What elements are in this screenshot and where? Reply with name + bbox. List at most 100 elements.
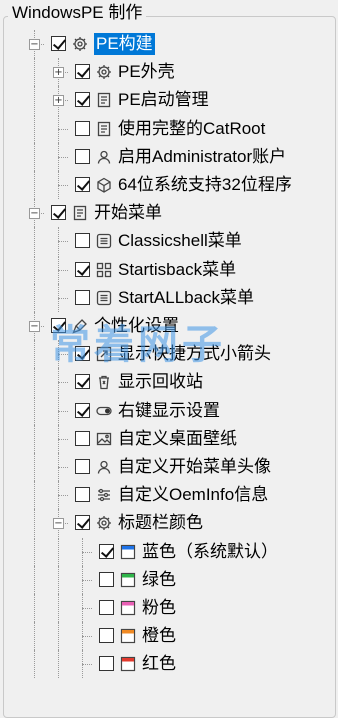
collapse-icon[interactable]: − bbox=[29, 321, 40, 332]
tree-connector bbox=[34, 283, 35, 312]
toggle-icon bbox=[96, 403, 112, 419]
brush-icon bbox=[72, 318, 88, 334]
tree-item-checkbox[interactable] bbox=[99, 543, 114, 559]
tree-item-checkbox[interactable] bbox=[75, 515, 90, 531]
collapse-icon[interactable]: − bbox=[29, 208, 40, 220]
tree-connector bbox=[58, 283, 59, 312]
tree-item-checkbox[interactable] bbox=[75, 289, 90, 305]
tree-item-checkbox[interactable] bbox=[99, 571, 114, 587]
tree-item[interactable]: − 标题栏颜色 bbox=[0, 509, 338, 538]
tree-item-checkbox[interactable] bbox=[51, 318, 66, 333]
tree-item-checkbox[interactable] bbox=[75, 64, 90, 80]
tree-item-checkbox[interactable] bbox=[99, 600, 114, 615]
tree-item-checkbox[interactable] bbox=[75, 430, 90, 446]
tree-item[interactable]: + PE外壳 bbox=[0, 58, 338, 87]
tree-item-checkbox[interactable] bbox=[75, 402, 90, 418]
collapse-icon[interactable]: − bbox=[53, 518, 64, 530]
tree-item-label: Classicshell菜单 bbox=[118, 231, 242, 251]
expand-icon[interactable]: + bbox=[53, 95, 64, 107]
tree-item-checkbox[interactable] bbox=[75, 261, 90, 277]
tree-item-checkbox[interactable] bbox=[75, 177, 90, 192]
cube-icon bbox=[96, 177, 112, 193]
tree-item-checkbox[interactable] bbox=[99, 656, 114, 672]
tree-item-checkbox[interactable] bbox=[75, 487, 90, 503]
tree-connector bbox=[82, 565, 83, 594]
tree-item-label: PE外壳 bbox=[118, 62, 175, 82]
tree-connector bbox=[58, 410, 68, 412]
tree-item-checkbox[interactable] bbox=[99, 628, 114, 644]
tree-connector bbox=[82, 579, 92, 581]
tree-item-label: 个性化设置 bbox=[94, 316, 179, 335]
tree-item-label: 绿色 bbox=[142, 569, 176, 589]
tree-item-label: PE启动管理 bbox=[118, 90, 209, 110]
tree-item[interactable]: StartALLback菜单 bbox=[0, 283, 338, 312]
tree-item[interactable]: 启用Administrator账户 bbox=[0, 142, 338, 171]
tree-item[interactable]: − PE构建 bbox=[0, 30, 338, 58]
tree-item[interactable]: 橙色 bbox=[0, 622, 338, 651]
tree-item-label: 使用完整的CatRoot bbox=[118, 118, 266, 138]
tree-item[interactable]: 显示回收站 bbox=[0, 368, 338, 397]
window-color-icon bbox=[120, 656, 136, 672]
document-icon bbox=[96, 92, 112, 108]
tree-item[interactable]: 自定义OemInfo信息 bbox=[0, 481, 338, 510]
tree-item-label: 蓝色（系统默认） bbox=[142, 541, 278, 561]
tree-item-checkbox[interactable] bbox=[75, 459, 90, 474]
tree-item-checkbox[interactable] bbox=[75, 233, 90, 249]
tree-connector bbox=[58, 142, 59, 171]
gear-icon bbox=[96, 64, 112, 80]
tree-item-checkbox[interactable] bbox=[75, 120, 90, 136]
tree-item[interactable]: 显示快捷方式小箭头 bbox=[0, 340, 338, 369]
gear-icon bbox=[96, 515, 112, 531]
tree-item[interactable]: − 个性化设置 bbox=[0, 312, 338, 340]
tree-connector bbox=[34, 340, 35, 369]
tree-item-label: Startisback菜单 bbox=[118, 259, 237, 279]
collapse-icon[interactable]: − bbox=[29, 39, 40, 50]
tree-item-checkbox[interactable] bbox=[75, 346, 90, 362]
tree-item-label: StartALLback菜单 bbox=[118, 287, 255, 307]
tree-connector bbox=[34, 594, 35, 622]
document-icon bbox=[96, 121, 112, 137]
tree-item-label: 标题栏颜色 bbox=[118, 513, 203, 533]
tree-item[interactable]: 自定义桌面壁纸 bbox=[0, 424, 338, 453]
tree-item[interactable]: 粉色 bbox=[0, 594, 338, 622]
tree-item-checkbox[interactable] bbox=[75, 148, 90, 164]
tree-item-checkbox[interactable] bbox=[75, 92, 90, 108]
tree-item[interactable]: Classicshell菜单 bbox=[0, 227, 338, 256]
tree-item-checkbox[interactable] bbox=[75, 374, 90, 390]
tree-item[interactable]: 自定义开始菜单头像 bbox=[0, 453, 338, 481]
tree-item[interactable]: 64位系统支持32位程序 bbox=[0, 171, 338, 199]
tree-connector bbox=[58, 396, 59, 425]
tree-connector bbox=[58, 354, 68, 356]
tree-connector bbox=[58, 650, 59, 679]
user-icon bbox=[96, 149, 112, 165]
tree-connector bbox=[82, 636, 92, 638]
document-icon bbox=[72, 205, 88, 221]
tree-item[interactable]: Startisback菜单 bbox=[0, 255, 338, 284]
image-icon bbox=[96, 431, 112, 447]
tree-connector bbox=[58, 495, 68, 497]
tree-item[interactable]: 绿色 bbox=[0, 565, 338, 594]
tree-item-checkbox[interactable] bbox=[51, 36, 66, 51]
tree-item-label: 自定义OemInfo信息 bbox=[118, 485, 269, 505]
tree-item[interactable]: + PE启动管理 bbox=[0, 86, 338, 115]
tree-connector bbox=[34, 255, 35, 284]
tree-item[interactable]: 使用完整的CatRoot bbox=[0, 114, 338, 143]
tree-item[interactable]: 红色 bbox=[0, 650, 338, 679]
tree-item-label: 自定义桌面壁纸 bbox=[118, 428, 237, 448]
window-color-icon bbox=[120, 628, 136, 644]
tree-item-label: 显示快捷方式小箭头 bbox=[118, 344, 271, 364]
tree-item[interactable]: − 开始菜单 bbox=[0, 199, 338, 228]
expand-icon[interactable]: + bbox=[53, 67, 64, 79]
tree-item-checkbox[interactable] bbox=[51, 205, 66, 221]
tree-connector bbox=[82, 537, 83, 566]
group-title: WindowsPE 制作 bbox=[8, 2, 147, 24]
tree-connector bbox=[58, 241, 68, 243]
tree-connector bbox=[34, 650, 35, 679]
tree-connector bbox=[34, 565, 35, 594]
tree-item-label: 64位系统支持32位程序 bbox=[118, 175, 292, 194]
tree-item[interactable]: 右键显示设置 bbox=[0, 396, 338, 425]
tree-item-label: 开始菜单 bbox=[94, 203, 162, 223]
tree-item[interactable]: 蓝色（系统默认） bbox=[0, 537, 338, 566]
tree-connector bbox=[34, 481, 35, 510]
tree-item-label: 显示回收站 bbox=[118, 372, 203, 392]
